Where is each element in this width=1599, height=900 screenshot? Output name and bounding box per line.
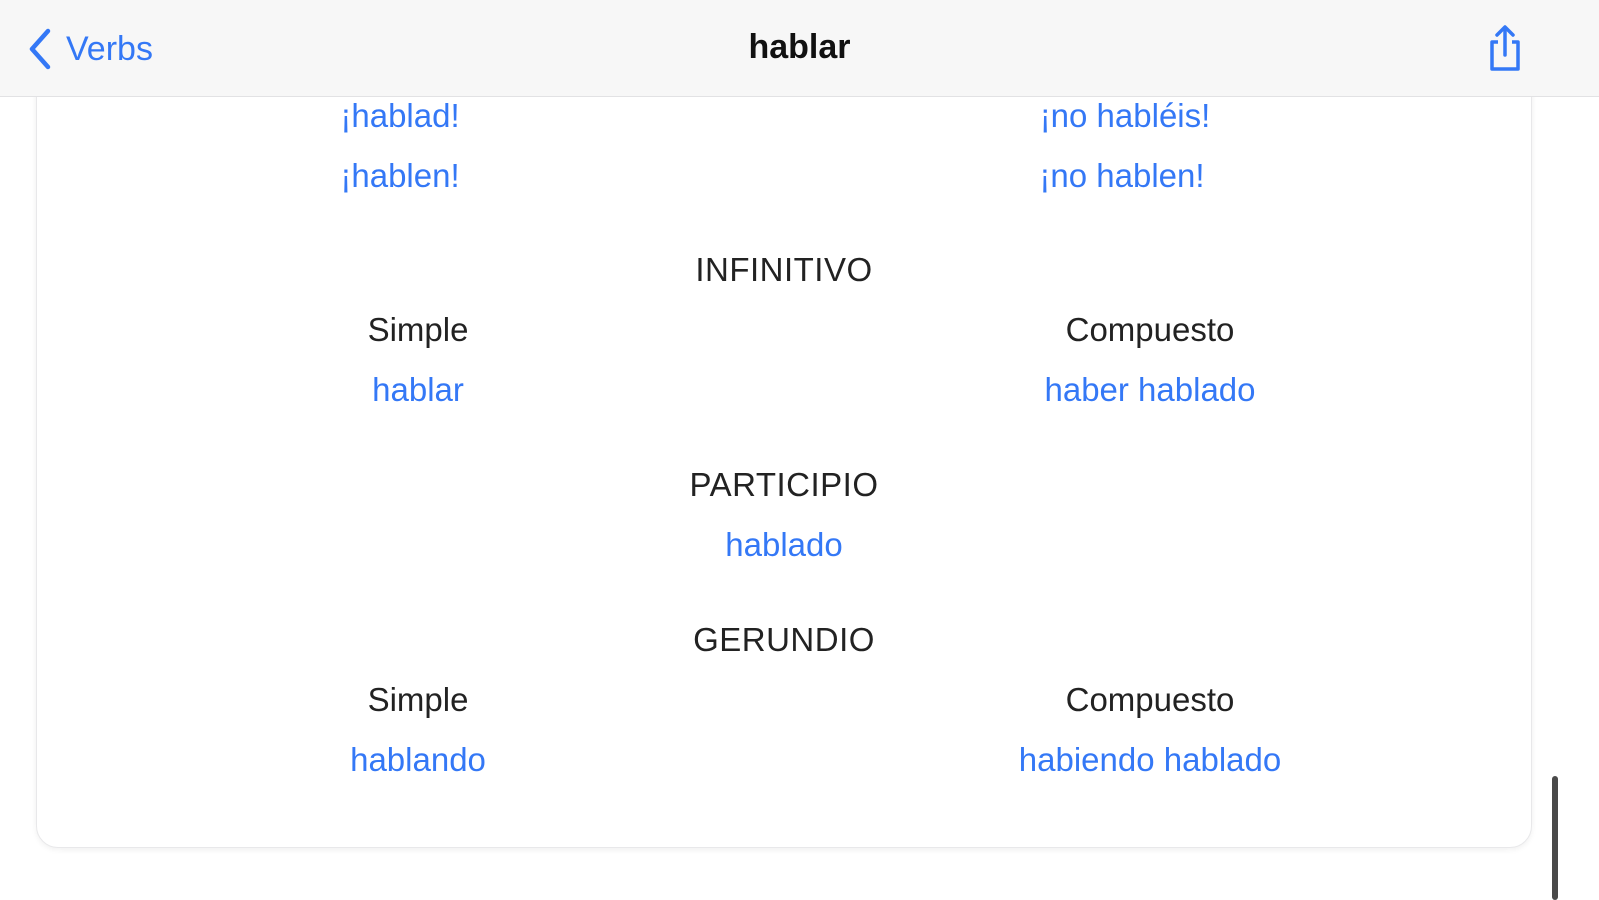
- infinitivo-simple-label: Simple: [367, 311, 469, 348]
- page-title: hablar: [748, 28, 851, 66]
- gerundio-simple-label: Simple: [367, 681, 469, 718]
- conjugation-card: ¡hablad! ¡no habléis! ¡hablen! ¡no hable…: [36, 40, 1532, 848]
- participio-value[interactable]: hablado: [725, 525, 842, 565]
- infinitivo-compuesto-value[interactable]: haber hablado: [1044, 370, 1255, 410]
- share-icon: [1485, 24, 1525, 72]
- gerundio-compuesto-value[interactable]: habiendo hablado: [1019, 740, 1281, 780]
- infinitivo-compuesto-label: Compuesto: [1065, 311, 1235, 348]
- participio-heading: PARTICIPIO: [689, 466, 879, 503]
- infinitivo-simple-value[interactable]: hablar: [372, 370, 464, 410]
- gerundio-compuesto-label: Compuesto: [1065, 681, 1235, 718]
- gerundio-heading: GERUNDIO: [693, 621, 875, 658]
- infinitivo-heading: INFINITIVO: [695, 251, 873, 288]
- imperative-negative-vosotros[interactable]: ¡no habléis!: [1040, 96, 1211, 136]
- verb-detail-screen: ¡hablad! ¡no habléis! ¡hablen! ¡no hable…: [0, 0, 1599, 900]
- share-button[interactable]: [1485, 24, 1525, 72]
- imperative-affirmative-vosotros[interactable]: ¡hablad!: [340, 96, 459, 136]
- navigation-bar: Verbs hablar: [0, 0, 1599, 97]
- vertical-scrollbar[interactable]: [1552, 776, 1558, 900]
- imperative-negative-ustedes[interactable]: ¡no hablen!: [1039, 156, 1204, 196]
- gerundio-simple-value[interactable]: hablando: [350, 740, 486, 780]
- imperative-affirmative-ustedes[interactable]: ¡hablen!: [340, 156, 459, 196]
